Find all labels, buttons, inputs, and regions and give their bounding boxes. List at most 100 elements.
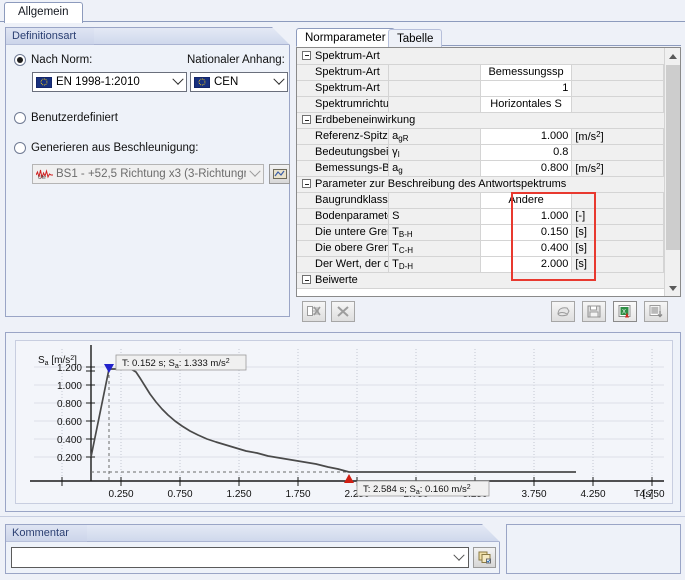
norm-combobox[interactable]: EN 1998-1:2010	[32, 72, 187, 92]
collapse-icon[interactable]	[302, 179, 311, 188]
printer-icon	[556, 307, 570, 317]
row-value[interactable]: 2.000	[480, 256, 573, 273]
save-button[interactable]	[582, 301, 606, 322]
annex-combobox[interactable]: CEN	[190, 72, 288, 92]
row-symbol	[388, 64, 481, 81]
parameter-table[interactable]: Spektrum-Art Spektrum-Art Bemessungssp S…	[296, 47, 681, 297]
svg-text:3.750: 3.750	[521, 489, 546, 500]
row-value[interactable]: Andere	[480, 192, 573, 209]
table-row[interactable]: Spektrum-Art 1	[297, 80, 664, 97]
row-value[interactable]: 1.000	[480, 208, 573, 225]
comment-input[interactable]	[11, 547, 469, 568]
right-bottom-panel	[506, 524, 681, 574]
row-desc: Bodenparameter	[297, 208, 390, 225]
import-excel-button[interactable]	[644, 301, 668, 322]
table-group-row[interactable]: Erdbebeneinwirkung	[297, 112, 664, 129]
radio-generieren[interactable]: Generieren aus Beschleunigung:	[14, 142, 199, 154]
table-group-row[interactable]: Parameter zur Beschreibung des Antwortsp…	[297, 176, 664, 193]
svg-text:4.250: 4.250	[580, 489, 605, 500]
row-unit: [s]	[571, 240, 664, 257]
row-symbol	[388, 96, 481, 113]
table-vertical-scrollbar[interactable]	[664, 48, 680, 296]
row-symbol: ag	[388, 160, 481, 177]
tab-normparameter[interactable]: Normparameter	[296, 28, 395, 47]
table-row[interactable]: Der Wert, der den Beginn d TD-H 2.000 [s…	[297, 256, 664, 273]
chevron-down-icon[interactable]	[450, 549, 468, 562]
table-row[interactable]: Spektrum-Art Bemessungssp	[297, 64, 664, 81]
row-value[interactable]: 0.800	[480, 160, 573, 177]
row-value[interactable]: 0.400	[480, 240, 573, 257]
table-row[interactable]: Baugrundklasse Andere	[297, 192, 664, 209]
comment-copy-button[interactable]	[473, 547, 496, 568]
scroll-up-button[interactable]	[665, 48, 680, 64]
radio-nach-norm[interactable]: Nach Norm:	[14, 54, 92, 66]
row-unit: [m/s2]	[571, 160, 664, 177]
comment-text-field[interactable]	[12, 550, 450, 565]
row-symbol: agR	[388, 128, 481, 145]
edit-accelerogram-button[interactable]	[269, 164, 290, 184]
chevron-down-icon[interactable]	[246, 165, 263, 183]
table-row[interactable]: Bemessungs-Bodenbeschle ag 0.800 [m/s2]	[297, 160, 664, 177]
norm-combobox-value: EN 1998-1:2010	[56, 76, 140, 88]
group-label: Erdbebeneinwirkung	[315, 114, 416, 126]
row-symbol: TC-H	[388, 240, 481, 257]
row-value[interactable]: 1.000	[480, 128, 573, 145]
row-value[interactable]: 1	[480, 80, 573, 97]
row-value[interactable]: Horizontales S	[480, 96, 573, 113]
scroll-down-button[interactable]	[665, 280, 680, 296]
delete-all-button[interactable]	[331, 301, 355, 322]
group-label: Parameter zur Beschreibung des Antwortsp…	[315, 178, 567, 190]
tab-tabelle[interactable]: Tabelle	[388, 29, 443, 47]
spectrum-chart[interactable]: Sa [m/s2] 0.200 0.400 0.600 0.800 1.000 …	[15, 340, 673, 504]
row-value[interactable]: 0.8	[480, 144, 573, 161]
collapse-icon[interactable]	[302, 115, 311, 124]
radio-benutzerdefiniert[interactable]: Benutzerdefiniert	[14, 112, 118, 124]
clear-row-button[interactable]	[302, 301, 326, 322]
right-tabstrip: Normparameter Tabelle	[296, 27, 681, 47]
parameter-grid: Spektrum-Art Spektrum-Art Bemessungssp S…	[297, 48, 664, 289]
svg-text:0.750: 0.750	[167, 489, 192, 500]
row-desc: Spektrum-Art	[297, 80, 390, 97]
row-unit: [s]	[571, 256, 664, 273]
table-row[interactable]: Spektrumrichtung Horizontales S	[297, 96, 664, 113]
collapse-icon[interactable]	[302, 275, 311, 284]
collapse-icon[interactable]	[302, 50, 311, 60]
row-symbol: TB-H	[388, 224, 481, 241]
svg-text:1.200: 1.200	[57, 363, 82, 374]
scrollbar-thumb[interactable]	[666, 65, 680, 250]
table-row[interactable]: Referenz-Spitzenbodenbes agR 1.000 [m/s2…	[297, 128, 664, 145]
table-group-row[interactable]: Spektrum-Art	[297, 48, 664, 65]
table-group-row[interactable]: Beiwerte	[297, 272, 664, 289]
tab-allgemein[interactable]: Allgemein	[4, 2, 83, 23]
normparameter-panel: Normparameter Tabelle Spektrum-Art Spekt…	[296, 27, 681, 322]
definitionsart-group: Definitionsart Nach Norm: Nationaler Anh…	[5, 27, 290, 317]
table-row[interactable]: Bedeutungsbeiwert γI 0.8	[297, 144, 664, 161]
table-row[interactable]: Bodenparameter S 1.000 [-]	[297, 208, 664, 225]
row-unit: [-]	[571, 208, 664, 225]
svg-text:Uhr: Uhr	[38, 175, 46, 180]
section-divider	[0, 516, 685, 517]
chevron-down-icon	[669, 285, 677, 291]
excel-import-icon	[649, 305, 662, 318]
chevron-down-icon[interactable]	[270, 73, 287, 91]
export-excel-button[interactable]: X	[613, 301, 637, 322]
svg-text:0.600: 0.600	[57, 417, 82, 428]
radio-nach-norm-label: Nach Norm:	[31, 54, 93, 66]
row-unit: [s]	[571, 224, 664, 241]
copy-comment-icon	[478, 551, 491, 564]
print-button[interactable]	[551, 301, 575, 322]
floppy-disk-icon	[587, 305, 601, 318]
table-row[interactable]: Die untere Grenze des Bere TB-H 0.150 [s…	[297, 224, 664, 241]
row-unit: [m/s2]	[571, 128, 664, 145]
chevron-down-icon[interactable]	[169, 73, 186, 91]
svg-text:1.000: 1.000	[57, 381, 82, 392]
group-cell: Parameter zur Beschreibung des Antwortsp…	[297, 176, 664, 193]
svg-text:0.800: 0.800	[57, 399, 82, 410]
spectrum-chart-svg: Sa [m/s2] 0.200 0.400 0.600 0.800 1.000 …	[16, 341, 672, 503]
row-value[interactable]: Bemessungssp	[480, 64, 573, 81]
table-row[interactable]: Die obere Grenze des Berei TC-H 0.400 [s…	[297, 240, 664, 257]
row-desc: Bedeutungsbeiwert	[297, 144, 390, 161]
accelerogram-combobox[interactable]: Uhr BS1 - +52,5 Richtung x3 (3-Richtungr	[32, 164, 264, 184]
row-desc: Spektrum-Art	[297, 64, 390, 81]
row-value[interactable]: 0.150	[480, 224, 573, 241]
